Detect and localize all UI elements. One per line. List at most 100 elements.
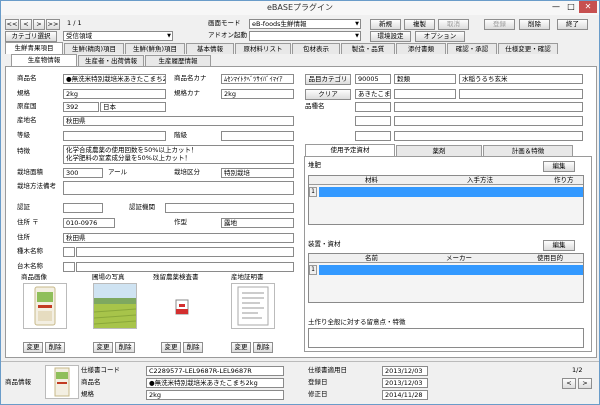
variety-field-2b[interactable] — [394, 116, 583, 126]
tab-fresh-meat[interactable]: 生鮮(精肉)項目 — [64, 43, 124, 54]
category-select-button[interactable]: カテゴリ選択 — [5, 31, 57, 42]
product-image[interactable] — [23, 283, 67, 329]
spec-field[interactable]: 2kg — [63, 89, 166, 99]
tab-plan-features[interactable]: 計画＆特徴 — [483, 145, 573, 156]
category-field-1[interactable]: 穀類 — [394, 74, 456, 84]
screen-mode-select[interactable]: eB-foods生鮮情報 — [249, 19, 361, 29]
minimize-button[interactable]: — — [549, 1, 563, 13]
method-textarea[interactable] — [63, 181, 294, 195]
place-field[interactable]: 秋田県 — [63, 116, 294, 126]
category-sub-field[interactable]: あきたこまち — [355, 89, 391, 99]
zip-field[interactable]: 010-0976 — [63, 218, 115, 228]
tab-packaging[interactable]: 包材表示 — [292, 43, 340, 54]
cert-org-field[interactable] — [165, 203, 294, 213]
crop-label: 作型 — [174, 218, 187, 226]
copy-button[interactable]: 複製 — [404, 19, 435, 30]
tab-production-history[interactable]: 生産履歴情報 — [145, 55, 211, 66]
variety-field-1b[interactable] — [394, 102, 583, 112]
close-window-button[interactable]: ✕ — [579, 1, 597, 13]
env-settings-button[interactable]: 環境設定 — [370, 31, 411, 42]
options-button[interactable]: オプション — [415, 31, 465, 42]
fertilizer-edit-button[interactable]: 編集 — [543, 161, 575, 172]
tab-manufacturing[interactable]: 製造・品質 — [341, 43, 395, 54]
nav-last-button[interactable]: >> — [46, 19, 60, 30]
category-sub-field-2[interactable] — [394, 89, 456, 99]
tab-fresh-produce[interactable]: 生鮮青果項目 — [5, 42, 63, 54]
address-field[interactable]: 秋田県 — [63, 233, 294, 243]
tab-chemicals[interactable]: 薬剤 — [396, 145, 482, 156]
product-name-field[interactable]: ●無洗米特別栽培米あきたこまち2 — [63, 74, 166, 84]
tab-attachments[interactable]: 添付書類 — [396, 43, 446, 54]
feature-line-1: 化学合成農薬の使用回数を50%以上カット！ — [66, 146, 198, 154]
tab-ingredients[interactable]: 原材料リスト — [235, 43, 291, 54]
maximize-button[interactable]: □ — [564, 1, 578, 13]
root-field[interactable] — [76, 262, 294, 272]
category-select[interactable]: 受信領域 — [63, 31, 173, 41]
residue-delete-button[interactable]: 削除 — [183, 342, 203, 353]
root-code-field[interactable] — [63, 262, 75, 272]
nav-prev-button[interactable]: < — [20, 19, 32, 30]
feature-label: 特徴 — [17, 147, 30, 155]
status-prev-button[interactable]: < — [562, 378, 576, 389]
seed-field[interactable] — [76, 247, 294, 257]
tab-basic-info[interactable]: 基本情報 — [186, 43, 234, 54]
cancel-button[interactable]: 取消 — [438, 19, 469, 30]
tab-approval[interactable]: 確認・承認 — [447, 43, 497, 54]
area-field[interactable]: 300 — [63, 168, 103, 178]
tab-spec-change[interactable]: 仕様変更・確認 — [498, 43, 558, 54]
seed-code-field[interactable] — [63, 247, 75, 257]
certificate-change-button[interactable]: 変更 — [231, 342, 251, 353]
residue-change-button[interactable]: 変更 — [161, 342, 181, 353]
product-image-delete-button[interactable]: 削除 — [45, 342, 65, 353]
addon-select[interactable] — [249, 31, 361, 41]
certificate-image[interactable] — [231, 283, 275, 329]
equipment-edit-button[interactable]: 編集 — [543, 240, 575, 251]
category-field-2[interactable]: 水稲うるち玄米 — [459, 74, 583, 84]
variety-field-3b[interactable] — [394, 131, 583, 141]
crop-field[interactable]: 露地 — [221, 218, 294, 228]
class-field[interactable] — [221, 131, 294, 141]
origin-field[interactable]: 日本 — [100, 102, 166, 112]
cult-type-field[interactable]: 特別栽培 — [221, 168, 294, 178]
product-kana-field[interactable]: ﾑｾﾝﾏｲﾄｸﾍﾞﾂｻｲﾊﾞｲﾏｲｱ — [221, 74, 294, 84]
tab-planned-materials[interactable]: 使用予定資材 — [305, 144, 395, 156]
tab-fresh-fish[interactable]: 生鮮(鮮魚)項目 — [125, 43, 185, 54]
product-name-label: 商品名 — [17, 74, 37, 82]
spec-kana-field[interactable]: 2kg — [221, 89, 294, 99]
equipment-table-row[interactable] — [319, 265, 583, 275]
delete-button[interactable]: 削除 — [519, 19, 550, 30]
grade-field[interactable] — [63, 131, 166, 141]
variety-field-3a[interactable] — [355, 131, 391, 141]
origin-code-field[interactable]: 392 — [63, 102, 99, 112]
new-button[interactable]: 新規 — [370, 19, 401, 30]
area-label: 栽培面積 — [17, 168, 43, 176]
status-spec-label: 規格 — [81, 390, 94, 398]
equipment-col-maker: メーカー — [446, 254, 472, 262]
category-sub-field-3[interactable] — [459, 89, 583, 99]
clear-button[interactable]: クリア — [305, 89, 351, 100]
nav-first-button[interactable]: << — [5, 19, 19, 30]
fertilizer-col-material: 材料 — [365, 176, 378, 184]
fertilizer-table-row[interactable] — [319, 187, 583, 197]
tab-producer-shipping[interactable]: 生産者・出荷情報 — [78, 55, 144, 66]
feature-textarea[interactable]: 化学合成農薬の使用回数を50%以上カット！ 化学肥料の窒素成分量を50%以上カッ… — [63, 145, 294, 164]
residue-report[interactable] — [161, 283, 205, 329]
category-button[interactable]: 品目カテゴリ — [305, 74, 351, 85]
variety-field-1a[interactable] — [355, 102, 391, 112]
product-image-change-button[interactable]: 変更 — [23, 342, 43, 353]
status-next-button[interactable]: > — [578, 378, 592, 389]
exit-button[interactable]: 終了 — [557, 19, 588, 30]
field-photo-change-button[interactable]: 変更 — [93, 342, 113, 353]
field-photo[interactable] — [93, 283, 137, 329]
cert-field[interactable] — [63, 203, 103, 213]
nav-next-button[interactable]: > — [33, 19, 45, 30]
field-photo-delete-button[interactable]: 削除 — [115, 342, 135, 353]
fertilizer-col-acquisition: 入手方法 — [467, 176, 493, 184]
product-image-label: 商品画像 — [21, 273, 47, 281]
soil-notes-textarea[interactable] — [308, 328, 584, 348]
category-code-field[interactable]: 90005 — [355, 74, 391, 84]
register-button[interactable]: 登録 — [484, 19, 515, 30]
tab-product-info[interactable]: 生産物情報 — [11, 54, 77, 66]
variety-field-2a[interactable] — [355, 116, 391, 126]
certificate-delete-button[interactable]: 削除 — [253, 342, 273, 353]
